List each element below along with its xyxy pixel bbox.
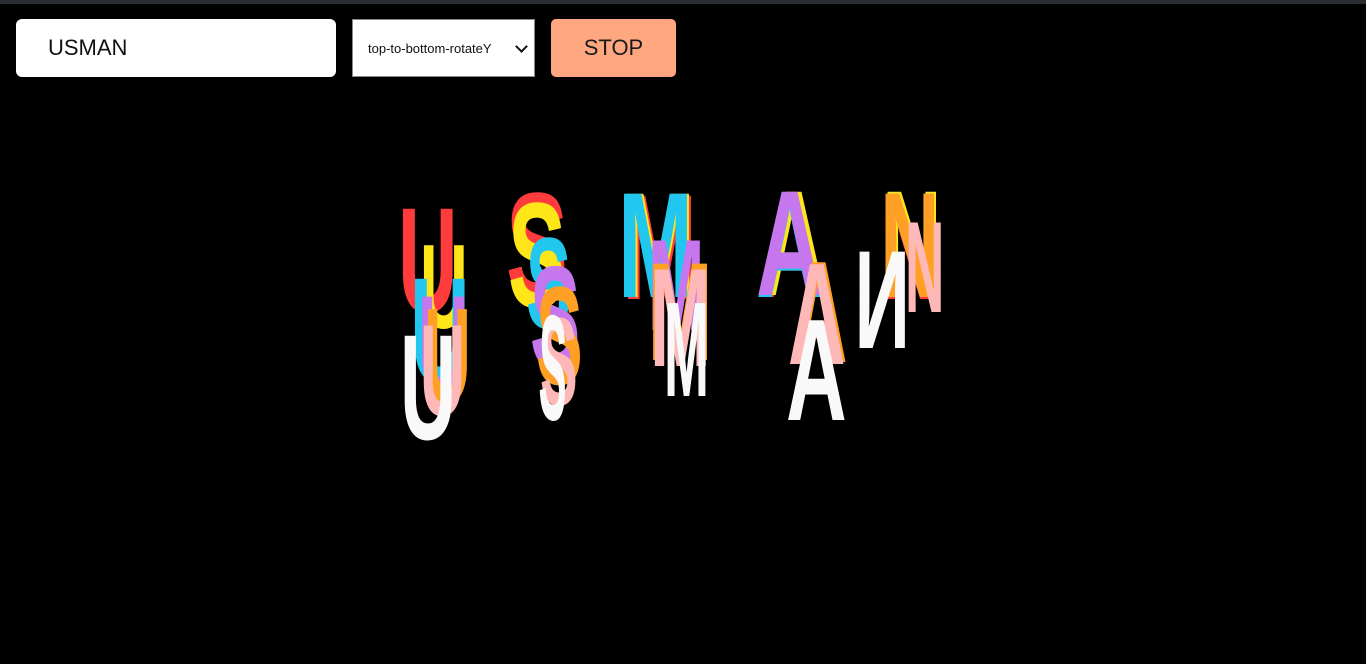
animated-letter-n: N — [905, 194, 945, 340]
animated-letter-u: U — [400, 303, 457, 471]
stop-button[interactable]: STOP — [551, 19, 676, 77]
window-top-strip — [0, 0, 1366, 4]
animation-mode-selected-value: top-to-bottom-rotateY — [368, 40, 492, 56]
animated-letter-a: A — [786, 289, 847, 451]
animated-letter-m: M — [664, 274, 709, 425]
animated-letter-n: N — [854, 221, 910, 378]
text-input[interactable] — [16, 19, 336, 77]
animation-mode-select[interactable]: top-to-bottom-rotateY — [352, 19, 535, 77]
animation-stage: USMANUSMANUSMANUSMANUSMANUSMANUSMAN — [0, 90, 1366, 664]
animated-letter-s: S — [537, 281, 569, 455]
chevron-down-icon — [515, 40, 528, 53]
